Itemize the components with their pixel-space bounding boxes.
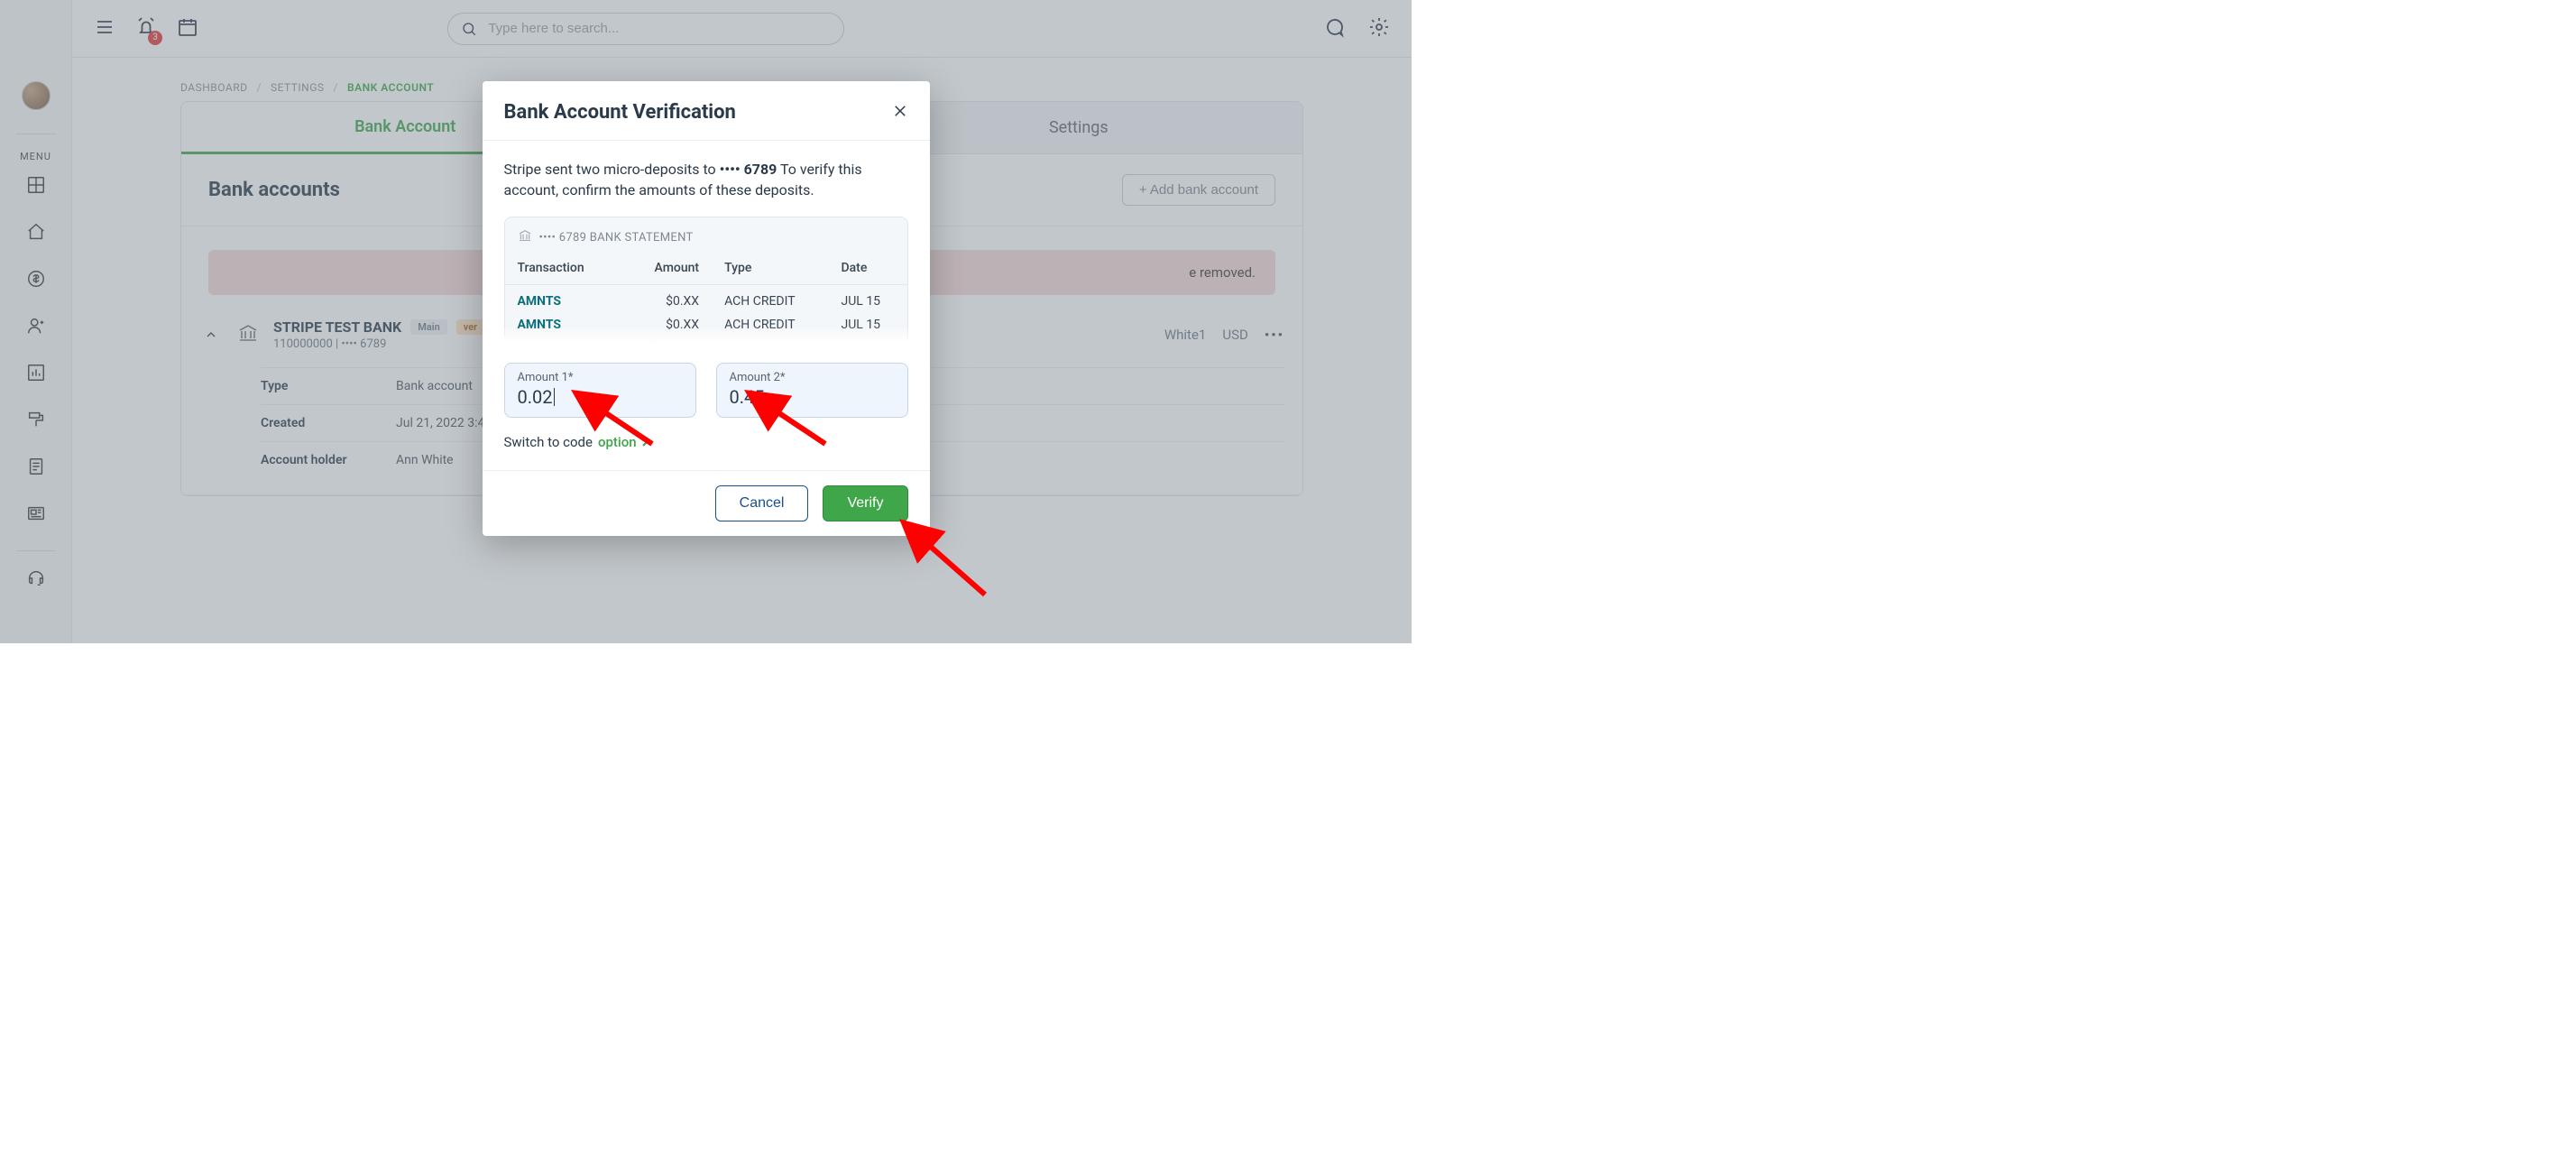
modal-title: Bank Account Verification [504,101,736,124]
col-amount: Amount [617,255,712,285]
col-date: Date [829,255,907,285]
col-type: Type [712,255,828,285]
stmt-cell: ACH CREDIT [712,285,828,314]
modal-overlay: Bank Account Verification Stripe sent tw… [0,0,1412,643]
col-transaction: Transaction [505,255,617,285]
amount1-value: 0.02 [518,386,553,408]
cancel-button[interactable]: Cancel [715,485,809,521]
verify-button[interactable]: Verify [823,485,907,521]
close-icon[interactable] [892,103,908,123]
verification-modal: Bank Account Verification Stripe sent tw… [483,81,930,536]
switch-link-text: option [598,434,637,450]
statement-preview: •••• 6789 BANK STATEMENT Transaction Amo… [504,217,908,343]
amount2-label: Amount 2* [730,371,895,384]
modal-description: Stripe sent two micro-deposits to •••• 6… [504,159,908,200]
bank-icon [518,228,532,246]
switch-mode[interactable]: Switch to code option [504,434,908,450]
amount2-value: 0.45 [730,386,895,408]
stmt-cell: JUL 15 [829,285,907,314]
stmt-cell: AMNTS [505,285,617,314]
text-caret [554,388,555,406]
amount1-label: Amount 1* [518,371,683,384]
statement-title: •••• 6789 BANK STATEMENT [539,231,694,245]
amount1-field[interactable]: Amount 1* 0.02 [504,363,696,418]
annotation-arrow-icon [913,540,994,607]
amount2-field[interactable]: Amount 2* 0.45 [716,363,908,418]
chevron-right-icon [640,438,649,447]
stmt-cell: $0.XX [617,285,712,314]
